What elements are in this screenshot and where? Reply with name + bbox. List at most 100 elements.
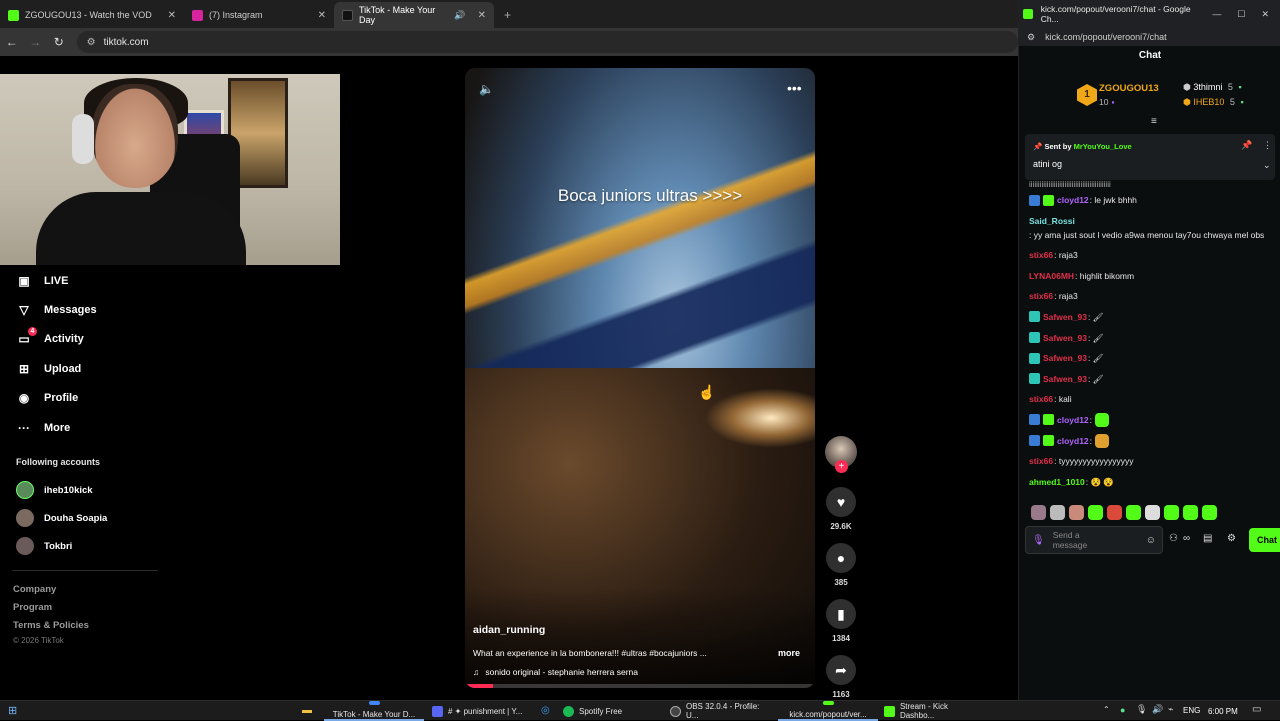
- volume-icon[interactable]: 🔊: [1152, 704, 1163, 715]
- chat-message[interactable]: stix66: kali: [1029, 392, 1277, 406]
- following-account[interactable]: iheb10kick: [16, 481, 93, 499]
- tab-kick-vod[interactable]: ZGOUGOU13 - Watch the VOD ✕: [0, 2, 184, 28]
- emote-icon[interactable]: [1183, 505, 1198, 520]
- close-icon[interactable]: ✕: [168, 10, 176, 21]
- footer-link-program[interactable]: Program: [13, 602, 52, 613]
- chat-message[interactable]: Safwen_93: 🖌: [1029, 372, 1277, 386]
- close-icon[interactable]: ✕: [1261, 9, 1269, 20]
- chat-username[interactable]: Said_Rossi: [1029, 214, 1075, 228]
- tab-tiktok[interactable]: TikTok - Make Your Day 🔊 ✕: [334, 2, 494, 28]
- infinity-icon[interactable]: ∞: [1183, 533, 1190, 544]
- chat-username[interactable]: stix66: [1029, 289, 1053, 303]
- chat-message[interactable]: stix66: raja3: [1029, 289, 1277, 303]
- chat-username[interactable]: Safwen_93: [1043, 310, 1087, 324]
- chat-username[interactable]: Safwen_93: [1043, 351, 1087, 365]
- video-player[interactable]: Boca juniors ultras >>>> 🔈 ••• aidan_run…: [465, 68, 815, 688]
- chat-message[interactable]: LYNA06MH: highlit bikomm: [1029, 269, 1277, 283]
- emote-icon[interactable]: [1164, 505, 1179, 520]
- leaderboard-top-user[interactable]: ZGOUGOU13: [1099, 83, 1159, 94]
- share-icon[interactable]: ➦: [826, 655, 856, 685]
- site-info-icon[interactable]: ⚙: [87, 37, 96, 48]
- chat-message[interactable]: Said_Rossi: yy ama just sout l vedio a9w…: [1029, 214, 1277, 242]
- taskbar-item-spotify[interactable]: Spotify Free: [563, 701, 663, 721]
- footer-link-terms[interactable]: Terms & Policies: [13, 620, 89, 631]
- edge-icon[interactable]: ◎: [541, 705, 550, 716]
- language-indicator[interactable]: ENG: [1183, 706, 1200, 715]
- emoji-icon[interactable]: ☺: [1146, 535, 1156, 546]
- chat-username[interactable]: cloyd12: [1057, 193, 1089, 207]
- following-account[interactable]: Douha Soapia: [16, 509, 107, 527]
- chat-emote-icon[interactable]: [1095, 433, 1110, 448]
- gear-icon[interactable]: ⚙: [1227, 533, 1236, 544]
- video-progress-bar[interactable]: [465, 684, 815, 688]
- chat-username[interactable]: LYNA06MH: [1029, 269, 1074, 283]
- message-input[interactable]: 🎙 Send a message ☺: [1025, 526, 1163, 554]
- emote-icon[interactable]: [1088, 505, 1103, 520]
- unpin-icon[interactable]: 📌: [1241, 140, 1252, 151]
- taskbar-item-kick-chat[interactable]: kick.com/popout/ver...: [778, 701, 878, 721]
- like-action[interactable]: ♥ 29.6K: [824, 487, 858, 531]
- save-action[interactable]: ▮ 1384: [824, 599, 858, 643]
- chat-username[interactable]: stix66: [1029, 392, 1053, 406]
- chat-emote-icon[interactable]: [1095, 412, 1110, 427]
- sidebar-item-live[interactable]: ▣ LIVE: [16, 266, 166, 295]
- maximize-icon[interactable]: ☐: [1237, 9, 1245, 20]
- audio-playing-icon[interactable]: 🔊: [454, 10, 465, 21]
- clock[interactable]: 6:00 PM: [1208, 701, 1238, 721]
- emote-icon[interactable]: [1202, 505, 1217, 520]
- chat-message[interactable]: cloyd12:: [1029, 412, 1277, 427]
- taskbar-item-kick-dashboard[interactable]: Stream - Kick Dashbo...: [884, 701, 984, 721]
- creator-avatar[interactable]: +: [825, 436, 857, 473]
- leaderboard-user[interactable]: ⬢ 3thimni 5 ▪: [1183, 82, 1242, 93]
- taskbar-item-tiktok[interactable]: TikTok - Make Your D...: [324, 701, 424, 721]
- back-icon[interactable]: ←: [0, 35, 24, 49]
- chat-username[interactable]: Safwen_93: [1043, 372, 1087, 386]
- chevron-down-icon[interactable]: ⌄: [1263, 160, 1271, 171]
- sidebar-item-more[interactable]: ··· More: [16, 413, 166, 442]
- chat-message[interactable]: cloyd12: le jwk bhhh: [1029, 193, 1277, 207]
- chat-message[interactable]: stix66: tyyyyyyyyyyyyyyyyy: [1029, 454, 1277, 468]
- caption-more-button[interactable]: more: [778, 648, 800, 658]
- sidebar-item-activity[interactable]: ▭ 4 Activity: [16, 325, 166, 354]
- follow-plus-icon[interactable]: +: [835, 460, 848, 473]
- sidebar-item-messages[interactable]: ▽ Messages: [16, 295, 166, 324]
- emote-icon[interactable]: [1107, 505, 1122, 520]
- bookmark-icon[interactable]: ▮: [826, 599, 856, 629]
- video-author[interactable]: aidan_running: [473, 624, 545, 636]
- chevron-up-icon[interactable]: ⌃: [1103, 705, 1110, 714]
- kicks-icon[interactable]: ⚇: [1169, 533, 1178, 544]
- share-action[interactable]: ➦ 1163: [824, 655, 858, 699]
- chat-username[interactable]: Safwen_93: [1043, 331, 1087, 345]
- chat-message[interactable]: stix66: raja3: [1029, 248, 1277, 262]
- sidebar-item-profile[interactable]: ◉ Profile: [16, 384, 166, 413]
- emote-icon[interactable]: [1069, 505, 1084, 520]
- store-icon[interactable]: ▤: [1203, 533, 1212, 544]
- pinned-message[interactable]: 📌 Sent by MrYouYou_Love atini og 📌 ⋮ ⌄: [1025, 134, 1275, 180]
- chat-message[interactable]: Safwen_93: 🖌: [1029, 351, 1277, 365]
- microphone-icon[interactable]: 🎙: [1032, 535, 1045, 546]
- chat-username[interactable]: stix66: [1029, 248, 1053, 262]
- chat-username[interactable]: cloyd12: [1057, 434, 1089, 448]
- minimize-icon[interactable]: —: [1212, 9, 1221, 20]
- leaderboard-user[interactable]: ⬢ IHEB10 5 ▪: [1183, 97, 1244, 108]
- emote-icon[interactable]: [1050, 505, 1065, 520]
- volume-icon[interactable]: 🔈: [479, 82, 494, 96]
- comment-icon[interactable]: ●: [826, 543, 856, 573]
- chat-username[interactable]: cloyd12: [1057, 413, 1089, 427]
- sidebar-item-upload[interactable]: ⊞ Upload: [16, 354, 166, 383]
- kebab-icon[interactable]: ⋮: [1263, 140, 1272, 151]
- notifications-icon[interactable]: ▭: [1252, 704, 1261, 715]
- close-icon[interactable]: ✕: [478, 10, 486, 21]
- following-account[interactable]: Tokbri: [16, 537, 72, 555]
- heart-icon[interactable]: ♥: [826, 487, 856, 517]
- microphone-icon[interactable]: 🎙: [1136, 704, 1147, 715]
- file-explorer-icon[interactable]: ▬: [302, 705, 312, 716]
- chat-username[interactable]: stix66: [1029, 454, 1053, 468]
- footer-link-company[interactable]: Company: [13, 584, 56, 595]
- forward-icon[interactable]: →: [24, 35, 48, 49]
- tray-app-icon[interactable]: ●: [1120, 705, 1125, 715]
- taskbar-item-discord[interactable]: # ✦ punishment | Y...: [432, 701, 536, 721]
- chat-message[interactable]: ahmed1_1010: 😵 😵: [1029, 475, 1277, 489]
- video-sound[interactable]: ♫ sonido original - stephanie herrera se…: [473, 667, 638, 677]
- chat-message[interactable]: cloyd12:: [1029, 433, 1277, 448]
